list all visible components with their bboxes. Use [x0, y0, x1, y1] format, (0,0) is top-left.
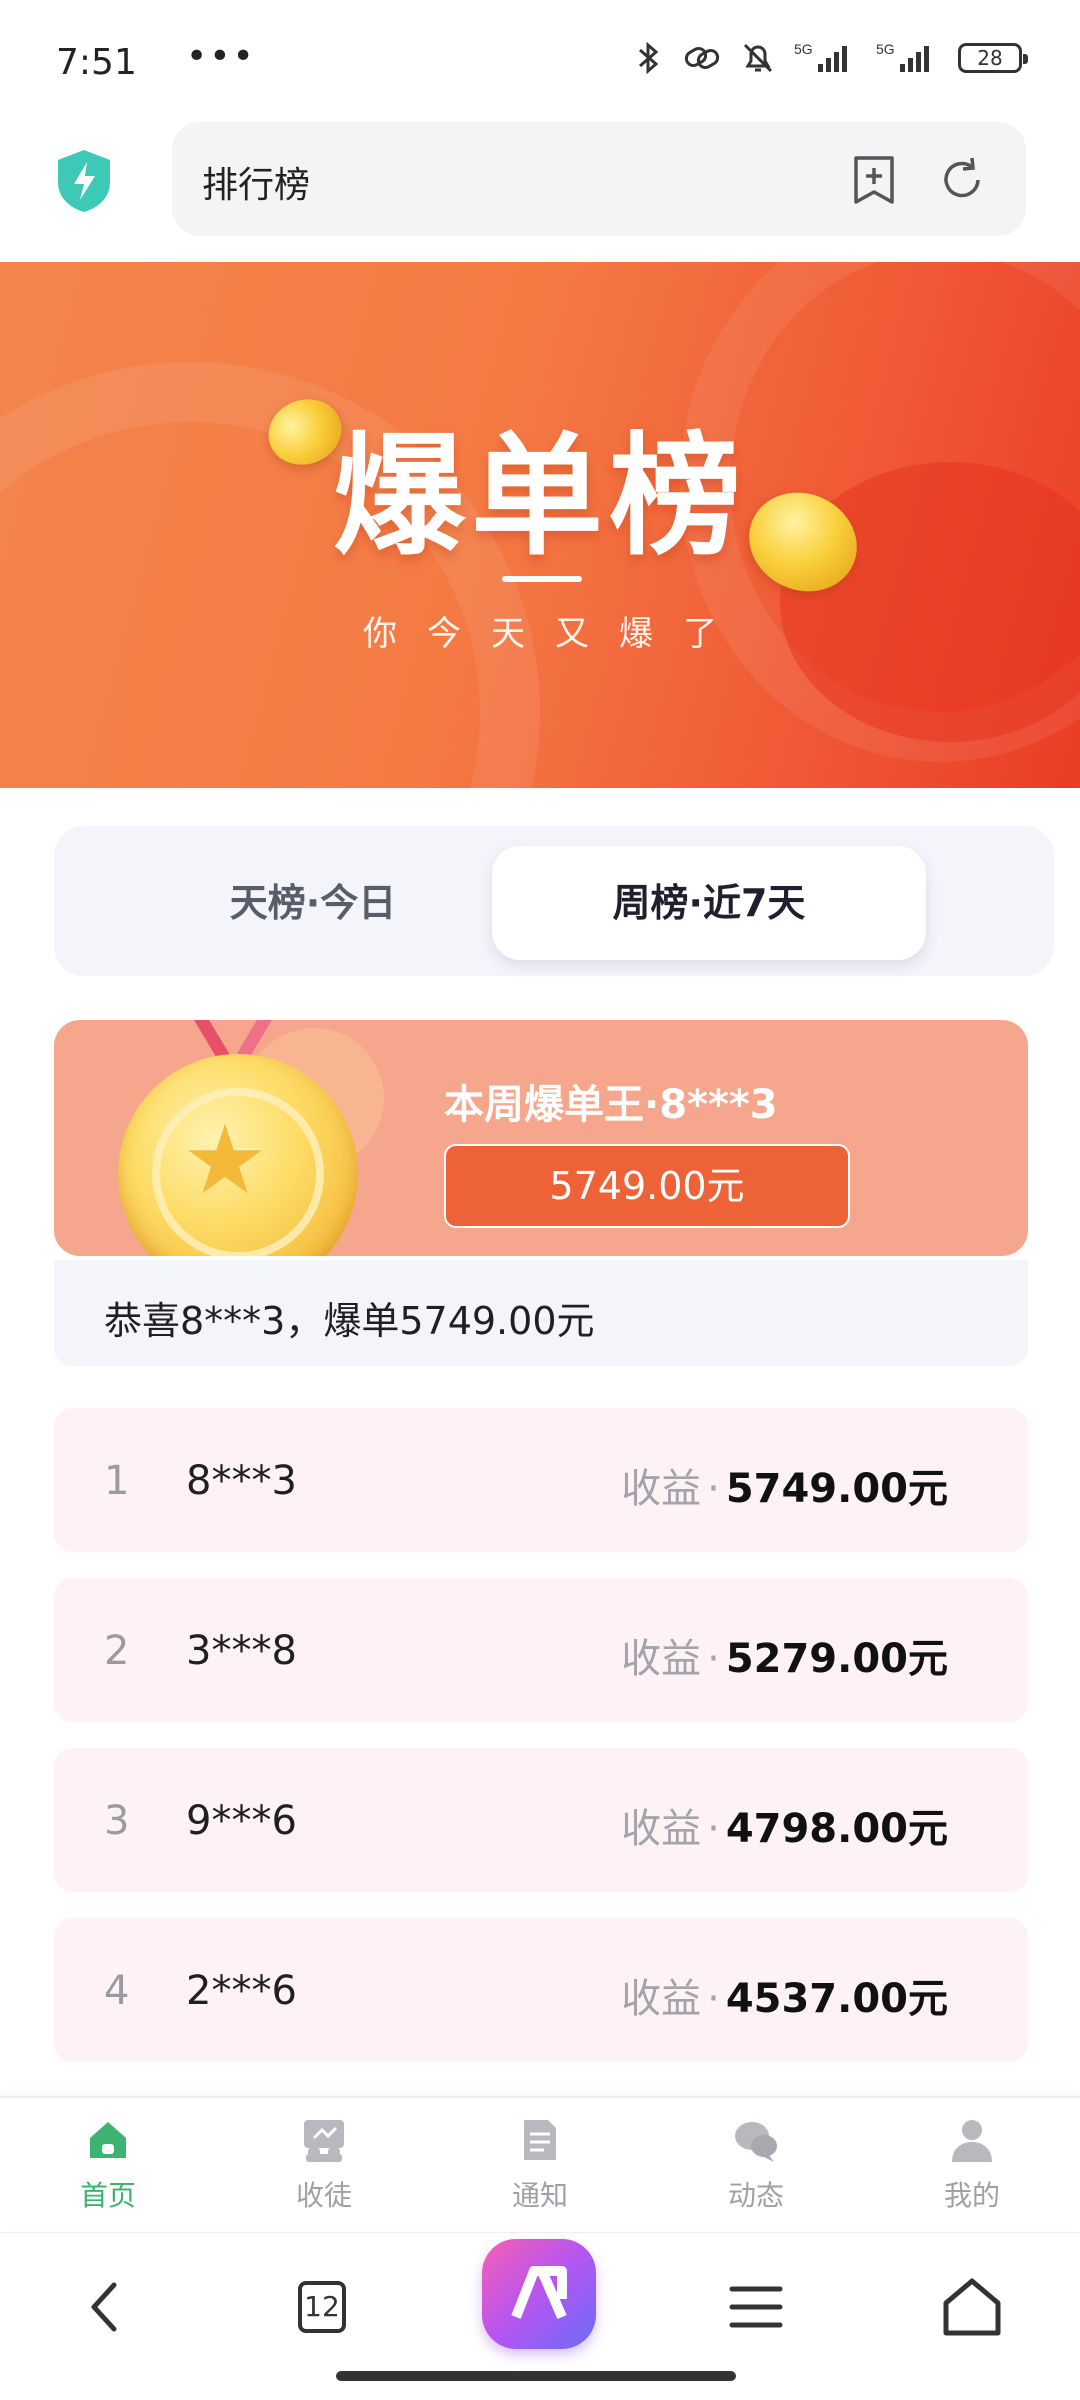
separator: ·: [707, 1806, 720, 1852]
rank-number: 1: [104, 1458, 130, 1504]
nav-label: 收徒: [295, 2179, 352, 2212]
ranking-row[interactable]: 2 3***8 收益 · 5279.00元: [54, 1578, 1028, 1722]
separator: ·: [707, 1466, 720, 1512]
browser-bar: 排行榜: [0, 122, 1080, 238]
team-icon: [304, 2120, 344, 2162]
ranking-row[interactable]: 1 8***3 收益 · 5749.00元: [54, 1408, 1028, 1552]
banner-subtitle: 你今天又爆了: [363, 614, 747, 654]
rank-number: 4: [104, 1968, 130, 2014]
svg-text:5G: 5G: [794, 41, 813, 57]
link-icon: [684, 47, 720, 69]
back-arrow-icon[interactable]: [66, 2267, 146, 2347]
income-value: 4537.00元: [725, 1976, 948, 2022]
home-outline-icon[interactable]: [932, 2267, 1012, 2347]
chat-icon: [735, 2122, 777, 2162]
tabs-button[interactable]: 12: [284, 2267, 364, 2347]
page-title: 排行榜: [202, 165, 311, 206]
status-more-dots: •••: [186, 36, 256, 77]
income-label: 收益: [621, 1806, 702, 1852]
nav-label: 首页: [79, 2179, 136, 2212]
tab-weekly[interactable]: 周榜·近7天: [492, 846, 926, 960]
income-label: 收益: [621, 1976, 702, 2022]
app-bottom-nav: 首页 收徒 通知 动态 我的: [0, 2096, 1080, 2230]
hero-banner: 爆单榜 你今天又爆了: [0, 262, 1080, 788]
shield-bolt-icon[interactable]: [54, 148, 114, 214]
signal-5g-icon: 5G: [794, 41, 847, 72]
browser-toolbar: 12: [0, 2232, 1080, 2400]
rank-income: 收益 · 5749.00元: [621, 1456, 948, 1514]
ranking-row[interactable]: 3 9***6 收益 · 4798.00元: [54, 1748, 1028, 1892]
medal-icon: ★: [88, 1020, 368, 1256]
rank-number: 2: [104, 1628, 130, 1674]
address-bar[interactable]: 排行榜: [172, 122, 1026, 236]
battery-icon: 28: [958, 43, 1028, 73]
nav-home[interactable]: 首页: [38, 2116, 178, 2214]
rank-user: 3***8: [186, 1628, 297, 1674]
rank-user: 2***6: [186, 1968, 297, 2014]
rank-income: 收益 · 4798.00元: [621, 1796, 948, 1854]
banner-title: 爆单榜: [333, 420, 747, 574]
user-icon: [952, 2120, 992, 2162]
rank-user: 9***6: [186, 1798, 297, 1844]
notice-icon: [524, 2120, 556, 2160]
home-indicator[interactable]: [336, 2371, 736, 2381]
nav-notice[interactable]: 通知: [470, 2116, 610, 2214]
nav-label: 通知: [511, 2179, 568, 2212]
income-value: 5749.00元: [725, 1466, 948, 1512]
mute-bell-icon: [743, 43, 773, 73]
add-bookmark-icon[interactable]: [846, 152, 902, 208]
refresh-icon[interactable]: [934, 152, 990, 208]
rank-number: 3: [104, 1798, 130, 1844]
ai-logo-icon: [511, 2266, 567, 2319]
ranking-content: 天榜·今日 周榜·近7天 ★ 本周爆单王·8***3 5749.00元 恭喜8*…: [0, 800, 1080, 2100]
bluetooth-icon: [639, 41, 659, 75]
gold-medal: ★: [118, 1054, 358, 1256]
signal-5g-icon: 5G: [876, 41, 929, 72]
banner-divider: [502, 576, 582, 582]
nav-feed[interactable]: 动态: [686, 2116, 826, 2214]
rank-income: 收益 · 4537.00元: [621, 1966, 948, 2024]
rank-income: 收益 · 5279.00元: [621, 1626, 948, 1684]
nav-profile[interactable]: 我的: [902, 2116, 1042, 2214]
champion-amount: 5749.00元: [444, 1144, 850, 1228]
income-value: 5279.00元: [725, 1636, 948, 1682]
menu-icon[interactable]: [716, 2267, 796, 2347]
nav-label: 动态: [727, 2179, 784, 2212]
rank-user: 8***3: [186, 1458, 297, 1504]
separator: ·: [707, 1976, 720, 2022]
star-icon: ★: [182, 1104, 269, 1216]
separator: ·: [707, 1636, 720, 1682]
income-label: 收益: [621, 1466, 702, 1512]
champion-title: 本周爆单王·8***3: [444, 1082, 778, 1128]
congrats-banner: 恭喜8***3，爆单5749.00元: [54, 1260, 1028, 1366]
ai-assistant-button[interactable]: [482, 2239, 596, 2349]
income-value: 4798.00元: [725, 1806, 948, 1852]
nav-label: 我的: [943, 2179, 1000, 2212]
status-bar: 7:51 ••• 5G 5G 28: [0, 0, 1080, 120]
tab-count: 12: [298, 2281, 346, 2333]
nav-recruit[interactable]: 收徒: [254, 2116, 394, 2214]
status-time: 7:51: [56, 42, 137, 83]
champion-card: ★ 本周爆单王·8***3 5749.00元: [54, 1020, 1028, 1256]
income-label: 收益: [621, 1636, 702, 1682]
ranking-row[interactable]: 4 2***6 收益 · 4537.00元: [54, 1918, 1028, 2062]
home-icon: [90, 2122, 126, 2158]
svg-text:5G: 5G: [876, 41, 895, 57]
ranking-tabs: 天榜·今日 周榜·近7天: [54, 826, 1054, 976]
tab-daily[interactable]: 天榜·今日: [96, 846, 530, 960]
status-icons: 5G 5G 28: [634, 40, 1028, 76]
congrats-text: 恭喜8***3，爆单5749.00元: [104, 1299, 595, 1343]
